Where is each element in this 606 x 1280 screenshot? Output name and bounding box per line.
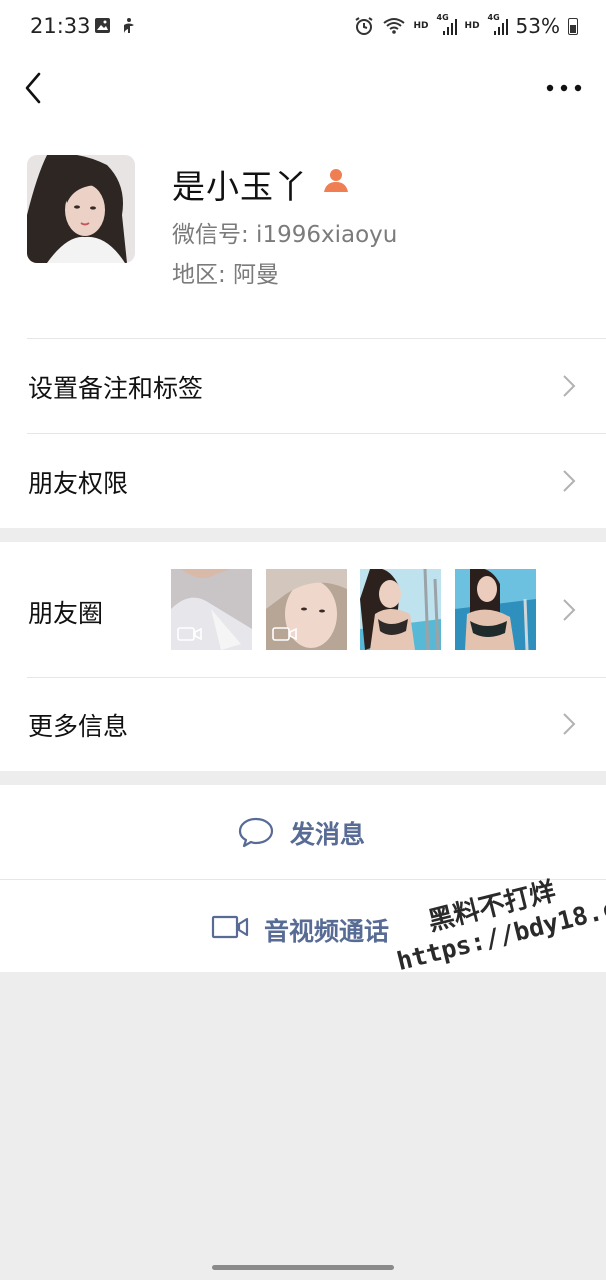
signal-icon-2: 4G [488,13,508,35]
moments-thumb-image [455,569,536,650]
alarm-icon [354,17,373,35]
profile-card: 是小玉丫 微信号: i1996xiaoyu 地区: 阿曼 [0,120,606,338]
moments-thumb [266,569,347,650]
moments-label: 朋友圈 [28,599,104,628]
chevron-right-icon [563,599,576,621]
moments-thumb [455,569,536,650]
region: 地区: 阿曼 [172,262,280,288]
av-call-label: 音视频通话 [264,917,390,946]
friend-permissions-row[interactable]: 朋友权限 [0,433,606,528]
moments-thumb [171,569,252,650]
avatar-photo [27,155,135,263]
send-message-label: 发消息 [290,820,366,849]
send-message-button[interactable]: 发消息 [0,785,606,880]
moments-group: 朋友圈 更多信息 [0,542,606,771]
video-call-icon [211,915,249,939]
battery-percent: 53% [515,14,560,38]
video-icon [272,627,297,641]
home-indicator[interactable] [212,1265,394,1270]
status-time: 21:33 [30,14,91,38]
contact-name: 是小玉丫 [172,167,308,206]
signal-icon: 4G [437,13,457,35]
net-hd-1: HD [413,21,429,31]
more-dots-icon[interactable] [544,74,584,102]
moments-thumb [360,569,441,650]
battery-icon [568,17,578,35]
moments-row[interactable]: 朋友圈 [0,542,606,677]
remark-tags-label: 设置备注和标签 [28,374,204,403]
chat-bubble-icon [238,817,274,848]
moments-thumb-image [360,569,441,650]
chevron-right-icon [563,470,576,492]
settings-group: 设置备注和标签 朋友权限 [0,338,606,528]
more-info-row[interactable]: 更多信息 [0,677,606,771]
status-bar: 21:33 HD 4G HD 4G 53% [0,0,606,56]
wifi-icon [382,18,405,34]
net-hd-2: HD [464,21,480,31]
status-right: HD 4G HD 4G 53% [354,13,578,38]
chevron-right-icon [563,713,576,735]
avatar[interactable] [27,155,135,263]
wechat-id: 微信号: i1996xiaoyu [172,222,398,248]
person-badge-icon [324,169,348,192]
more-info-label: 更多信息 [28,712,129,741]
nav-bar [0,56,606,120]
remark-tags-row[interactable]: 设置备注和标签 [0,338,606,433]
chevron-right-icon [563,375,576,397]
video-icon [177,627,202,641]
chevron-left-icon[interactable] [18,66,52,110]
accessibility-icon [124,18,134,33]
gallery-icon [95,18,110,33]
friend-permissions-label: 朋友权限 [28,469,129,498]
